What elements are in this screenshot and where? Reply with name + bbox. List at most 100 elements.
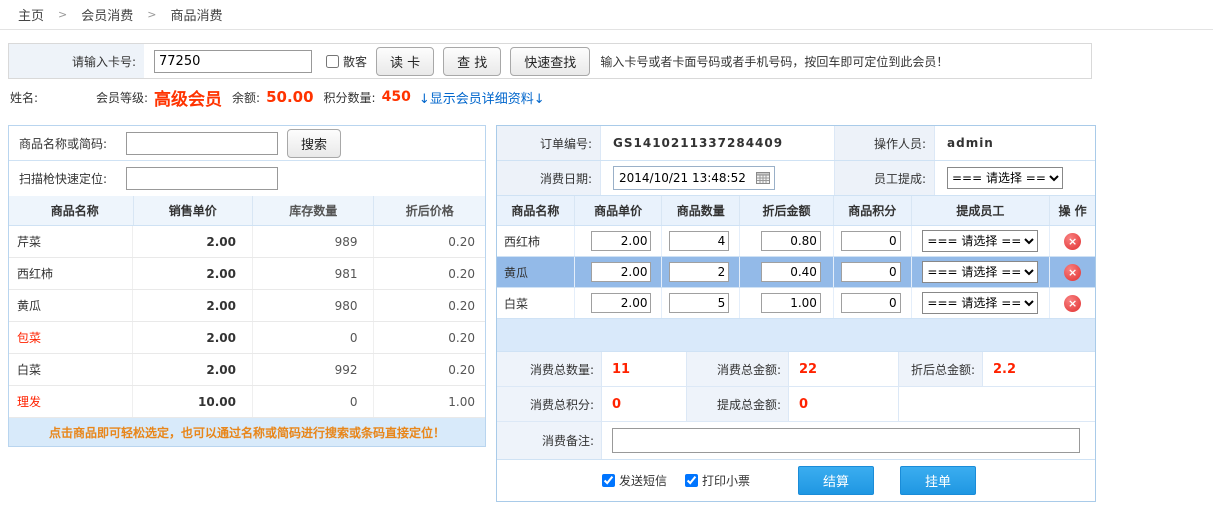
product-panel-hint: 点击商品即可轻松选定，也可以通过名称或简码进行搜索或条码直接定位！ bbox=[9, 418, 485, 446]
guest-checkbox[interactable] bbox=[326, 55, 339, 68]
member-info-bar: 姓名: 会员等级: 高级会员 余额: 50.00 积分数量: 450 ↓显示会员… bbox=[0, 79, 1213, 115]
col-sale-price: 销售单价 bbox=[134, 196, 253, 225]
card-lookup-hint: 输入卡号或者卡面号码或者手机号码，按回车即可定位到此会员！ bbox=[600, 53, 948, 70]
order-no-label: 订单编号: bbox=[497, 126, 601, 160]
row-staff-select[interactable]: === 请选择 === bbox=[922, 230, 1038, 252]
quick-find-button[interactable]: 快速查找 bbox=[510, 47, 590, 76]
breadcrumb-member-consume[interactable]: 会员消费 bbox=[81, 5, 133, 24]
member-points-value: 450 bbox=[382, 89, 411, 105]
card-lookup-bar: 请输入卡号: 散客 读 卡 查 找 快速查找 输入卡号或者卡面号码或者手机号码，… bbox=[8, 43, 1092, 79]
product-row[interactable]: 西红柿 2.00 981 0.20 bbox=[9, 258, 485, 290]
breadcrumb-separator: > bbox=[58, 8, 67, 21]
product-row[interactable]: 黄瓜 2.00 980 0.20 bbox=[9, 290, 485, 322]
order-item-row-selected[interactable]: 黄瓜 === 请选择 === × bbox=[497, 257, 1095, 288]
total-points-value: 0 bbox=[602, 387, 687, 421]
delete-row-icon[interactable]: × bbox=[1064, 233, 1081, 250]
product-search-label: 商品名称或简码: bbox=[19, 135, 126, 152]
item-points-input[interactable] bbox=[841, 231, 901, 251]
col-item-points: 商品积分 bbox=[834, 196, 912, 225]
remark-input[interactable] bbox=[612, 428, 1080, 453]
actions-row: 发送短信 打印小票 结算 挂单 bbox=[497, 460, 1095, 501]
guest-checkbox-label: 散客 bbox=[343, 53, 367, 70]
remark-row: 消费备注: bbox=[497, 422, 1095, 460]
col-unit-price: 商品单价 bbox=[575, 196, 663, 225]
discount-amount-input[interactable] bbox=[761, 231, 821, 251]
row-staff-select[interactable]: === 请选择 === bbox=[922, 261, 1038, 283]
card-number-input[interactable] bbox=[154, 50, 312, 73]
summary-row-1: 消费总数量: 11 消费总金额: 22 折后总金额: 2.2 bbox=[497, 352, 1095, 387]
commission-total-value: 0 bbox=[789, 387, 899, 421]
delete-row-icon[interactable]: × bbox=[1064, 295, 1081, 312]
print-receipt-label: 打印小票 bbox=[702, 472, 750, 489]
col-discount-price: 折后价格 bbox=[374, 196, 485, 225]
item-points-input[interactable] bbox=[841, 293, 901, 313]
quantity-input[interactable] bbox=[669, 231, 729, 251]
product-table-header: 商品名称 销售单价 库存数量 折后价格 bbox=[9, 196, 485, 226]
hold-order-button[interactable]: 挂单 bbox=[900, 466, 976, 495]
barcode-scan-input[interactable] bbox=[126, 167, 278, 190]
product-table: 商品名称 销售单价 库存数量 折后价格 芹菜 2.00 989 0.20 西红柿… bbox=[9, 196, 485, 418]
total-points-label: 消费总积分: bbox=[497, 387, 602, 421]
total-quantity-value: 11 bbox=[602, 352, 687, 386]
read-card-button[interactable]: 读 卡 bbox=[376, 47, 434, 76]
send-sms-checkbox[interactable] bbox=[602, 474, 615, 487]
order-table-header: 商品名称 商品单价 商品数量 折后金额 商品积分 提成员工 操 作 bbox=[497, 196, 1095, 226]
send-sms-label: 发送短信 bbox=[619, 472, 667, 489]
breadcrumb-home[interactable]: 主页 bbox=[18, 5, 44, 24]
breadcrumb: 主页 > 会员消费 > 商品消费 bbox=[0, 0, 1213, 30]
col-commission-staff: 提成员工 bbox=[912, 196, 1051, 225]
product-row[interactable]: 芹菜 2.00 989 0.20 bbox=[9, 226, 485, 258]
discount-amount-input[interactable] bbox=[761, 293, 821, 313]
show-member-details-link[interactable]: ↓显示会员详细资料↓ bbox=[419, 88, 545, 107]
row-staff-select[interactable]: === 请选择 === bbox=[922, 292, 1038, 314]
product-row[interactable]: 理发 10.00 0 1.00 bbox=[9, 386, 485, 418]
col-product-name: 商品名称 bbox=[9, 196, 134, 225]
consume-date-input[interactable] bbox=[613, 166, 775, 190]
summary-row-2: 消费总积分: 0 提成总金额: 0 bbox=[497, 387, 1095, 422]
quantity-input[interactable] bbox=[669, 262, 729, 282]
col-stock-qty: 库存数量 bbox=[253, 196, 374, 225]
find-button[interactable]: 查 找 bbox=[443, 47, 501, 76]
settle-button[interactable]: 结算 bbox=[798, 466, 874, 495]
product-search-button[interactable]: 搜索 bbox=[287, 129, 341, 158]
discount-amount-input[interactable] bbox=[761, 262, 821, 282]
staff-commission-select[interactable]: === 请选择 === bbox=[947, 167, 1063, 189]
staff-commission-label: 员工提成: bbox=[835, 161, 935, 195]
quantity-input[interactable] bbox=[669, 293, 729, 313]
print-receipt-checkbox[interactable] bbox=[685, 474, 698, 487]
total-amount-value: 22 bbox=[789, 352, 899, 386]
col-quantity: 商品数量 bbox=[662, 196, 740, 225]
card-number-label: 请输入卡号: bbox=[9, 44, 144, 78]
breadcrumb-separator: > bbox=[147, 8, 156, 21]
member-balance-label: 余额: bbox=[232, 89, 260, 106]
col-action: 操 作 bbox=[1050, 196, 1095, 225]
breadcrumb-product-consume[interactable]: 商品消费 bbox=[170, 5, 222, 24]
operator-value: admin bbox=[935, 126, 1095, 160]
col-discount-amount: 折后金额 bbox=[740, 196, 834, 225]
operator-label: 操作人员: bbox=[835, 126, 935, 160]
member-level-value: 高级会员 bbox=[154, 85, 222, 110]
order-items-table: 商品名称 商品单价 商品数量 折后金额 商品积分 提成员工 操 作 西红柿 ==… bbox=[497, 196, 1095, 319]
discounted-total-value: 2.2 bbox=[983, 352, 1095, 386]
order-no-value: GS1410211337284409 bbox=[601, 126, 835, 160]
product-row[interactable]: 白菜 2.00 992 0.20 bbox=[9, 354, 485, 386]
member-name-label: 姓名: bbox=[10, 89, 96, 106]
item-points-input[interactable] bbox=[841, 262, 901, 282]
delete-row-icon[interactable]: × bbox=[1064, 264, 1081, 281]
empty-band bbox=[497, 319, 1095, 352]
discounted-total-label: 折后总金额: bbox=[899, 352, 983, 386]
order-item-row[interactable]: 西红柿 === 请选择 === × bbox=[497, 226, 1095, 257]
barcode-scan-label: 扫描枪快速定位: bbox=[19, 170, 126, 187]
member-balance-value: 50.00 bbox=[266, 88, 313, 106]
product-search-input[interactable] bbox=[126, 132, 278, 155]
member-points-label: 积分数量: bbox=[324, 89, 376, 106]
unit-price-input[interactable] bbox=[591, 231, 651, 251]
unit-price-input[interactable] bbox=[591, 293, 651, 313]
remark-label: 消费备注: bbox=[497, 422, 602, 459]
total-amount-label: 消费总金额: bbox=[687, 352, 789, 386]
product-row[interactable]: 包菜 2.00 0 0.20 bbox=[9, 322, 485, 354]
unit-price-input[interactable] bbox=[591, 262, 651, 282]
member-level-label: 会员等级: bbox=[96, 89, 148, 106]
order-item-row[interactable]: 白菜 === 请选择 === × bbox=[497, 288, 1095, 319]
calendar-icon[interactable] bbox=[756, 171, 770, 187]
